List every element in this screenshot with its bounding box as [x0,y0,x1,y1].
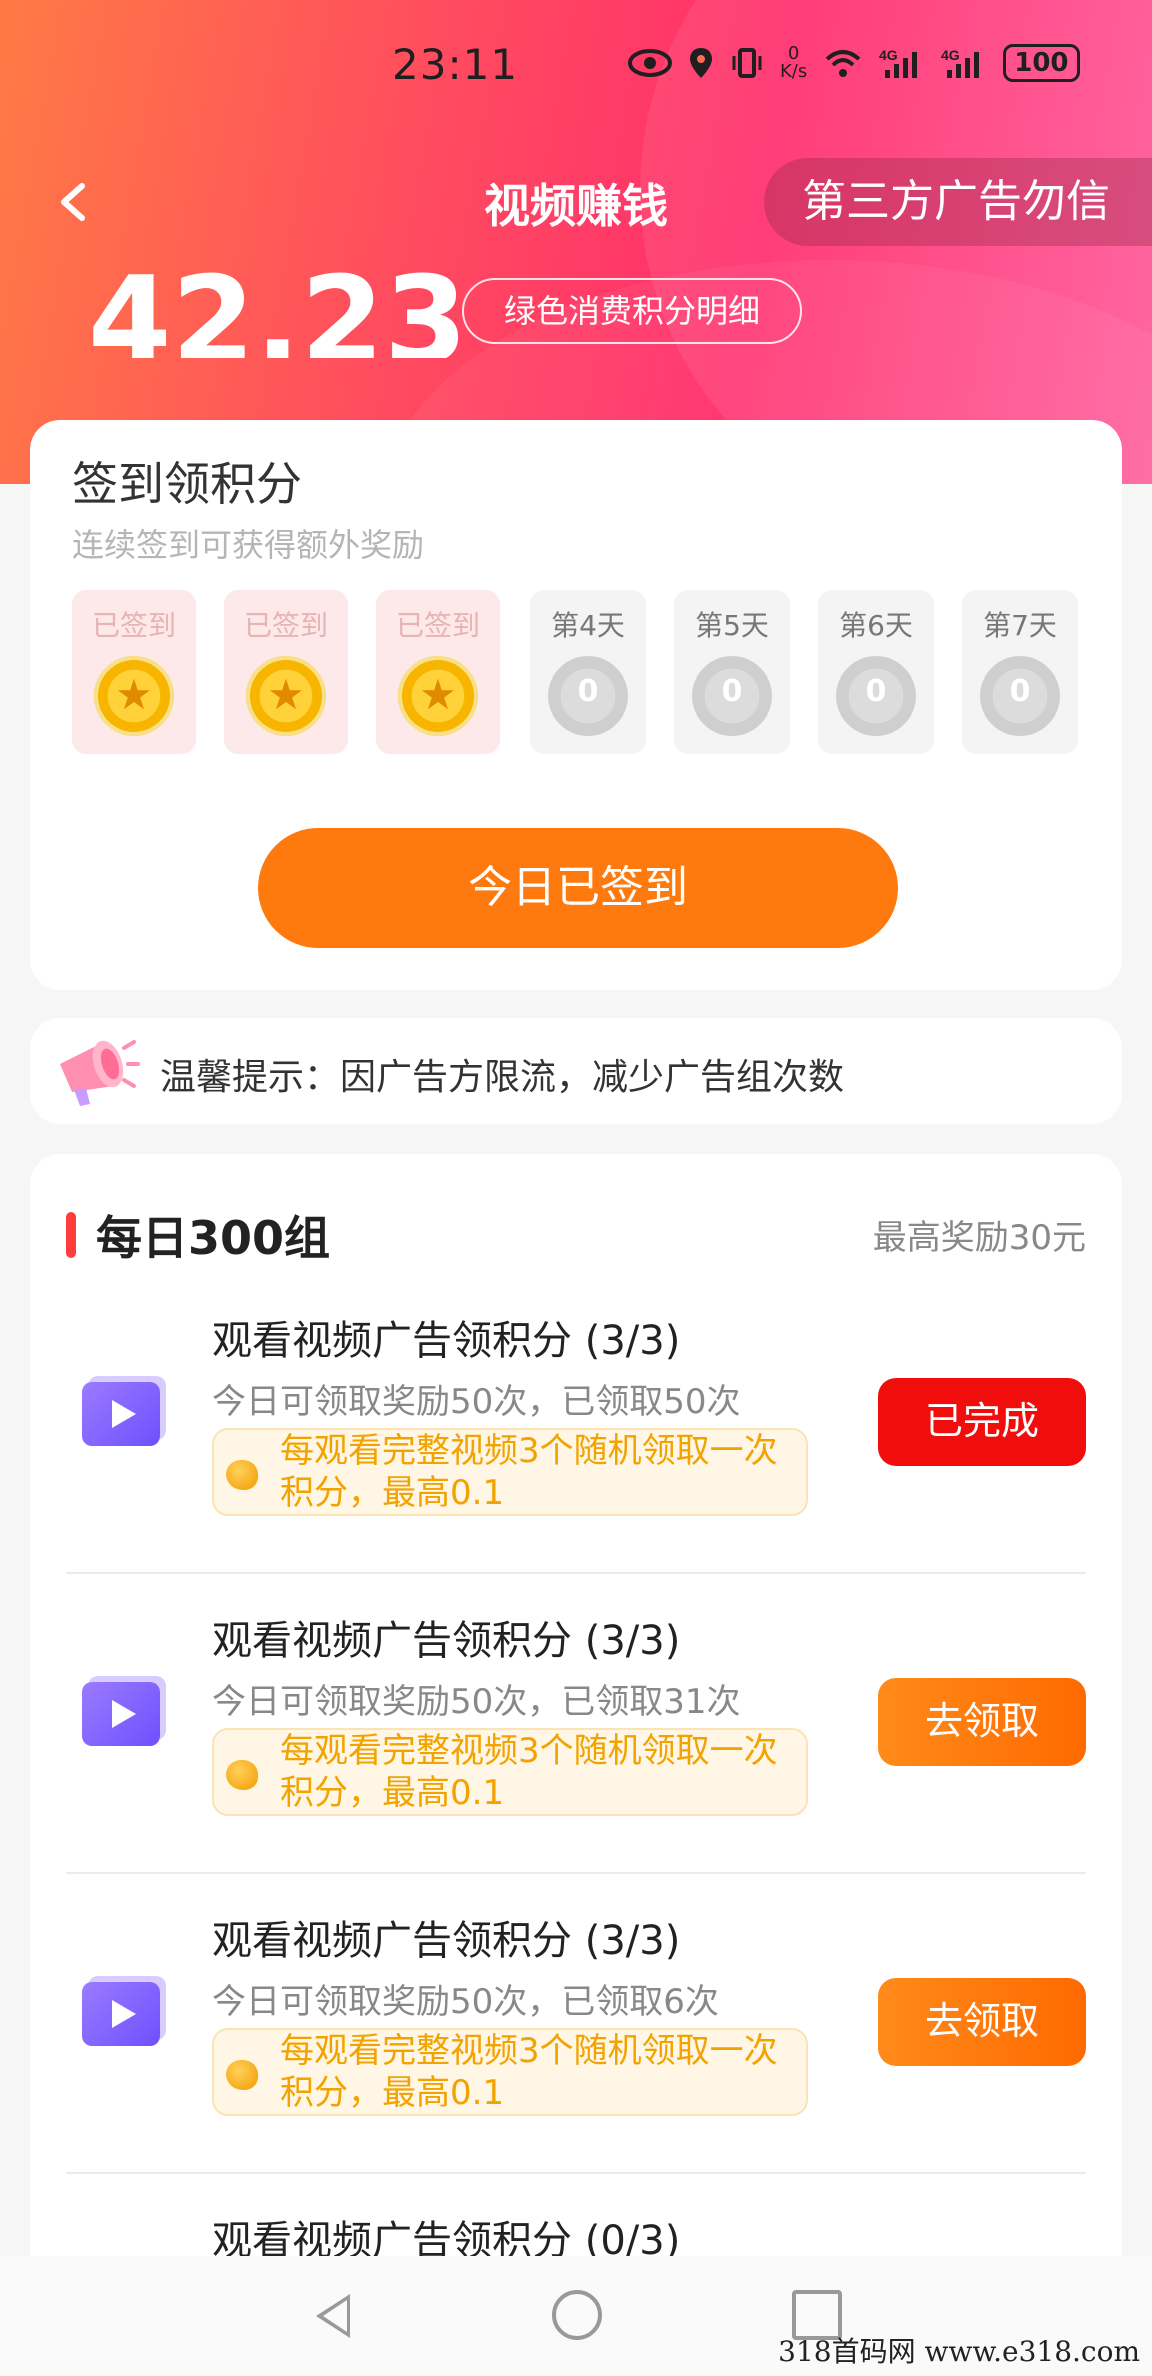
page: 23:11 0 K/s 4G 4G 100 视频赚钱 第三方广告勿信 42.23 … [0,0,1152,2376]
video-play-icon [82,1682,160,1746]
checkin-day-label: 第7天 [983,609,1057,642]
max-reward: 最高奖励30元 [872,1218,1086,1258]
checkin-day-label: 已签到 [243,609,328,642]
checkin-subtitle: 连续签到可获得额外奖励 [72,526,425,564]
task-done-button[interactable]: 已完成 [878,1378,1086,1466]
checkin-day-label: 第6天 [839,609,913,642]
checkin-day-label: 已签到 [91,609,176,642]
status-icons: 0 K/s 4G 4G 100 [628,44,1080,82]
signal-4g-icon-2: 4G [941,47,980,78]
section-marker [66,1212,76,1258]
battery-icon: 100 [1003,44,1080,82]
grey-coin-icon: 0 [692,656,772,736]
task-row: 观看视频广告领积分 (3/3) 今日可领取奖励50次，已领取50次 每观看完整视… [30,1274,1122,1574]
grey-coin-icon: 0 [980,656,1060,736]
task-count: 今日可领取奖励50次，已领取31次 [212,1682,741,1722]
vibrate-icon [732,48,762,78]
net-speed-unit: K/s [780,61,808,82]
checkin-day-6: 第6天 0 [818,590,934,754]
grey-coin-icon: 0 [836,656,916,736]
bean-icon [226,1460,258,1490]
gold-coin-icon: ★ [246,656,326,736]
grey-coin-icon: 0 [548,656,628,736]
checkin-card: 签到领积分 连续签到可获得额外奖励 已签到 ★ 已签到 ★ 已签到 ★ 第4天 … [30,420,1122,990]
checkin-title: 签到领积分 [72,457,302,511]
checkin-day-4: 第4天 0 [530,590,646,754]
checkin-day-7: 第7天 0 [962,590,1078,754]
task-row: 观看视频广告领积分 (3/3) 今日可领取奖励50次，已领取6次 每观看完整视频… [30,1874,1122,2174]
checkin-day-3: 已签到 ★ [376,590,500,754]
checkin-day-label: 第4天 [551,609,625,642]
gold-coin-icon: ★ [94,656,174,736]
task-name: 观看视频广告领积分 (3/3) [212,1918,681,1964]
task-note: 每观看完整视频3个随机领取一次积分，最高0.1 [212,1728,808,1816]
task-note: 每观看完整视频3个随机领取一次积分，最高0.1 [212,1428,808,1516]
status-bar: 23:11 0 K/s 4G 4G 100 [0,0,1152,130]
net-speed: 0 K/s [780,45,807,81]
task-claim-button[interactable]: 去领取 [878,1678,1086,1766]
bean-icon [226,1760,258,1790]
svg-text:4G: 4G [941,47,960,63]
checkin-button[interactable]: 今日已签到 [258,828,898,948]
wifi-icon [825,50,861,77]
task-claim-button[interactable]: 去领取 [878,1978,1086,2066]
location-icon [690,48,712,78]
tasks-card: 每日300组 最高奖励30元 观看视频广告领积分 (3/3) 今日可领取奖励50… [30,1154,1122,2376]
ad-warning-badge: 第三方广告勿信 [764,158,1152,246]
gold-coin-icon: ★ [398,656,478,736]
points-detail-link[interactable]: 绿色消费积分明细 [462,278,802,344]
task-count: 今日可领取奖励50次，已领取50次 [212,1382,741,1422]
checkin-day-2: 已签到 ★ [224,590,348,754]
task-note-text: 每观看完整视频3个随机领取一次积分，最高0.1 [280,1731,778,1813]
status-time: 23:11 [392,40,519,89]
task-note-text: 每观看完整视频3个随机领取一次积分，最高0.1 [280,2031,778,2113]
task-name: 观看视频广告领积分 (3/3) [212,1318,681,1364]
task-note: 每观看完整视频3个随机领取一次积分，最高0.1 [212,2028,808,2116]
points-balance: 42.23 [88,262,468,358]
checkin-day-label: 第5天 [695,609,769,642]
tasks-heading: 每日300组 [96,1211,331,1265]
video-play-icon [82,1982,160,2046]
task-note-text: 每观看完整视频3个随机领取一次积分，最高0.1 [280,1431,778,1513]
svg-text:4G: 4G [879,47,898,63]
nav-back-icon[interactable] [308,2290,358,2340]
watermark: 318首码网 www.e318.com [778,2335,1140,2368]
tip-text: 温馨提示：因广告方限流，减少广告组次数 [160,1057,845,1098]
bean-icon [226,2060,258,2090]
video-play-icon [82,1382,160,1446]
megaphone-icon [60,1040,140,1106]
task-row: 观看视频广告领积分 (3/3) 今日可领取奖励50次，已领取31次 每观看完整视… [30,1574,1122,1874]
checkin-day-5: 第5天 0 [674,590,790,754]
eye-icon [628,49,672,77]
task-count: 今日可领取奖励50次，已领取6次 [212,1982,719,2022]
tip-card: 温馨提示：因广告方限流，减少广告组次数 [30,1018,1122,1124]
checkin-day-1: 已签到 ★ [72,590,196,754]
nav-home-icon[interactable] [552,2290,602,2340]
signal-4g-icon: 4G [879,47,918,78]
task-name: 观看视频广告领积分 (3/3) [212,1618,681,1664]
checkin-day-label: 已签到 [395,609,480,642]
